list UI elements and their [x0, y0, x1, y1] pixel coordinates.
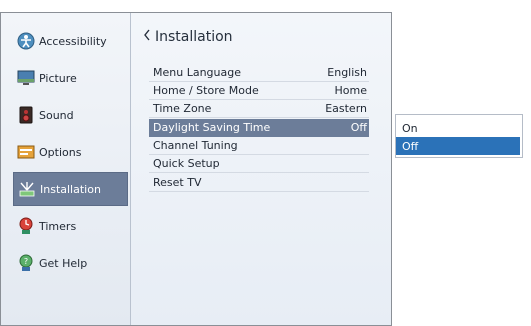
options-icon: [17, 143, 35, 161]
sidebar-item-label: Installation: [40, 182, 101, 196]
menu-row-label: Reset TV: [153, 176, 202, 189]
breadcrumb[interactable]: Installation: [143, 29, 233, 45]
menu-row-home-store-mode[interactable]: Home / Store Mode Home: [149, 82, 369, 100]
menu-row-label: Home / Store Mode: [153, 84, 259, 97]
menu-row-reset-tv[interactable]: Reset TV: [149, 174, 369, 192]
sidebar-item-label: Sound: [39, 108, 74, 122]
sidebar-item-options[interactable]: Options: [13, 135, 129, 169]
menu-row-label: Channel Tuning: [153, 139, 238, 152]
sidebar-item-label: Get Help: [39, 256, 88, 270]
menu-row-value: Off: [350, 121, 367, 134]
sidebar-item-get-help[interactable]: ? Get Help: [13, 246, 129, 280]
sidebar-item-label: Accessibility: [39, 34, 107, 48]
option-on[interactable]: On: [396, 119, 520, 137]
menu-row-label: Quick Setup: [153, 157, 220, 170]
menu-row-value: English: [327, 66, 367, 79]
menu-row-time-zone[interactable]: Time Zone Eastern: [149, 100, 369, 118]
menu-row-value: Eastern: [325, 102, 367, 115]
installation-icon: [18, 180, 36, 198]
main-panel: Installation Menu Language English Home …: [131, 13, 391, 325]
sidebar-item-sound[interactable]: Sound: [13, 98, 129, 132]
svg-text:?: ?: [24, 257, 28, 266]
speaker-icon: [17, 106, 35, 124]
option-off[interactable]: Off: [396, 137, 520, 155]
sidebar-item-label: Picture: [39, 71, 77, 85]
menu-row-label: Daylight Saving Time: [153, 121, 271, 134]
timer-icon: [17, 217, 35, 235]
menu-row-label: Time Zone: [153, 102, 212, 115]
accessibility-icon: [17, 32, 35, 50]
sidebar-item-picture[interactable]: Picture: [13, 61, 129, 95]
menu-row-quick-setup[interactable]: Quick Setup: [149, 155, 369, 173]
menu-row-value: Home: [334, 84, 367, 97]
help-icon: ?: [17, 254, 35, 272]
tv-menu-frame: Accessibility Picture Sound Options Inst: [0, 12, 392, 326]
dst-options-popup: On Off: [395, 114, 523, 158]
option-label: On: [402, 121, 418, 135]
sidebar-item-label: Options: [39, 145, 82, 159]
menu-row-channel-tuning[interactable]: Channel Tuning: [149, 137, 369, 155]
page-title: Installation: [155, 29, 233, 45]
sidebar-item-label: Timers: [39, 219, 77, 233]
picture-icon: [17, 69, 35, 87]
sidebar: Accessibility Picture Sound Options Inst: [1, 13, 131, 325]
option-label: Off: [402, 139, 419, 153]
sidebar-item-installation[interactable]: Installation: [13, 172, 128, 206]
menu-row-daylight-saving-time[interactable]: Daylight Saving Time Off: [149, 119, 369, 137]
sidebar-item-timers[interactable]: Timers: [13, 209, 129, 243]
menu-row-label: Menu Language: [153, 66, 241, 79]
chevron-left-icon: [143, 29, 151, 45]
sidebar-item-accessibility[interactable]: Accessibility: [13, 24, 129, 58]
menu-row-menu-language[interactable]: Menu Language English: [149, 64, 369, 82]
